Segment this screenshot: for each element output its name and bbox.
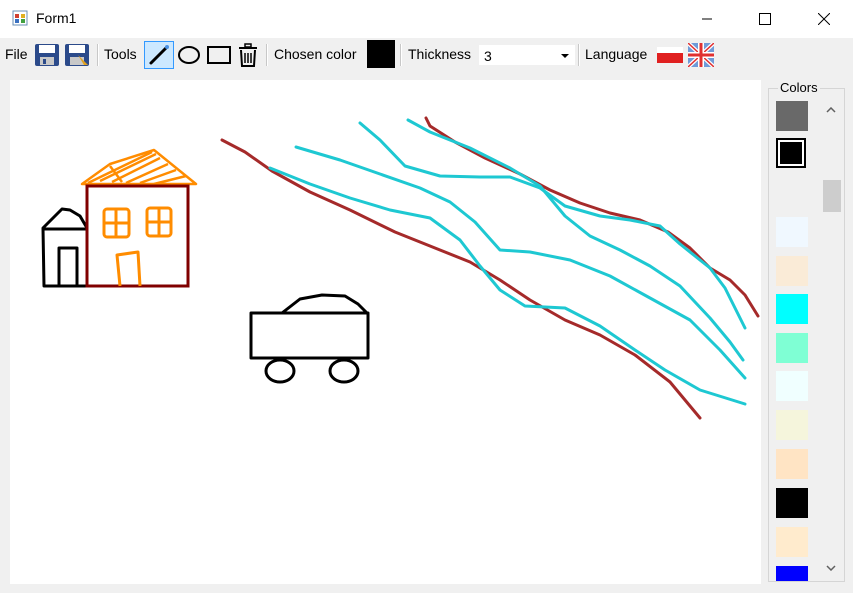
- toolbar-separator: [400, 44, 402, 66]
- maximize-icon: [759, 13, 771, 25]
- toolbar-separator: [578, 44, 580, 66]
- rectangle-tool-button[interactable]: [206, 43, 232, 67]
- language-english-button[interactable]: [688, 43, 714, 67]
- colors-panel-label: Colors: [778, 80, 820, 95]
- title-bar: Form1: [0, 0, 853, 38]
- drawing-car: [249, 293, 370, 384]
- minimize-icon: [702, 18, 712, 20]
- ellipse-tool-button[interactable]: [177, 43, 201, 67]
- clear-button[interactable]: [236, 43, 260, 67]
- color-swatch[interactable]: [776, 410, 808, 440]
- drawing-house: [85, 184, 190, 288]
- color-swatch[interactable]: [776, 294, 808, 324]
- color-swatch[interactable]: [776, 488, 808, 518]
- close-button[interactable]: [795, 0, 853, 38]
- color-swatch-selected[interactable]: [776, 138, 806, 168]
- thickness-label: Thickness: [408, 46, 472, 62]
- thickness-dropdown[interactable]: 3: [478, 44, 576, 66]
- rectangle-icon: [207, 46, 231, 64]
- file-menu[interactable]: File: [5, 46, 28, 62]
- chosen-color-label: Chosen color: [274, 46, 357, 62]
- drawing-windows: [102, 206, 173, 287]
- chevron-down-icon: [826, 565, 836, 571]
- scroll-down-button[interactable]: [820, 558, 842, 578]
- floppy-disk-icon: [35, 44, 59, 66]
- color-swatch[interactable]: [776, 217, 808, 247]
- pen-tool-button[interactable]: [144, 41, 174, 69]
- chosen-color-swatch[interactable]: [367, 40, 395, 68]
- chevron-down-icon: [561, 54, 569, 58]
- save-as-button[interactable]: [64, 43, 90, 67]
- thickness-value: 3: [484, 48, 492, 64]
- color-swatch[interactable]: [776, 333, 808, 363]
- save-as-icon: [65, 44, 89, 66]
- color-swatch[interactable]: [776, 101, 808, 131]
- toolbar-separator: [97, 44, 99, 66]
- window-title: Form1: [36, 10, 77, 26]
- drawing-layer: [41, 116, 760, 420]
- color-swatch[interactable]: [776, 527, 808, 557]
- colors-panel: Colors: [768, 80, 846, 584]
- color-swatch[interactable]: [776, 566, 808, 581]
- color-swatch[interactable]: [776, 371, 808, 401]
- color-swatch[interactable]: [776, 256, 808, 286]
- language-label: Language: [585, 46, 648, 62]
- drawing-roof: [80, 148, 198, 186]
- save-button[interactable]: [34, 43, 60, 67]
- app-icon: [12, 10, 28, 26]
- drawing-red-strokes: [220, 116, 760, 420]
- chevron-up-icon: [826, 107, 836, 113]
- colors-scrollbar[interactable]: [820, 98, 842, 580]
- minimize-button[interactable]: [678, 0, 736, 38]
- scroll-up-button[interactable]: [820, 100, 842, 120]
- toolbar: File Tools Chosen color Thickness Langua…: [0, 38, 853, 72]
- uk-flag-icon: [688, 43, 714, 67]
- color-swatch[interactable]: [776, 449, 808, 479]
- drawing-canvas[interactable]: [10, 80, 761, 584]
- flag-icon: [657, 47, 683, 63]
- language-russian-button[interactable]: [657, 43, 683, 67]
- maximize-button[interactable]: [736, 0, 794, 38]
- ellipse-icon: [178, 46, 200, 64]
- scroll-thumb[interactable]: [823, 180, 841, 212]
- pen-icon: [149, 45, 169, 65]
- close-icon: [818, 13, 830, 25]
- drawing-hut: [41, 207, 89, 288]
- toolbar-separator: [266, 44, 268, 66]
- trash-icon: [239, 43, 257, 67]
- tools-label: Tools: [104, 46, 137, 62]
